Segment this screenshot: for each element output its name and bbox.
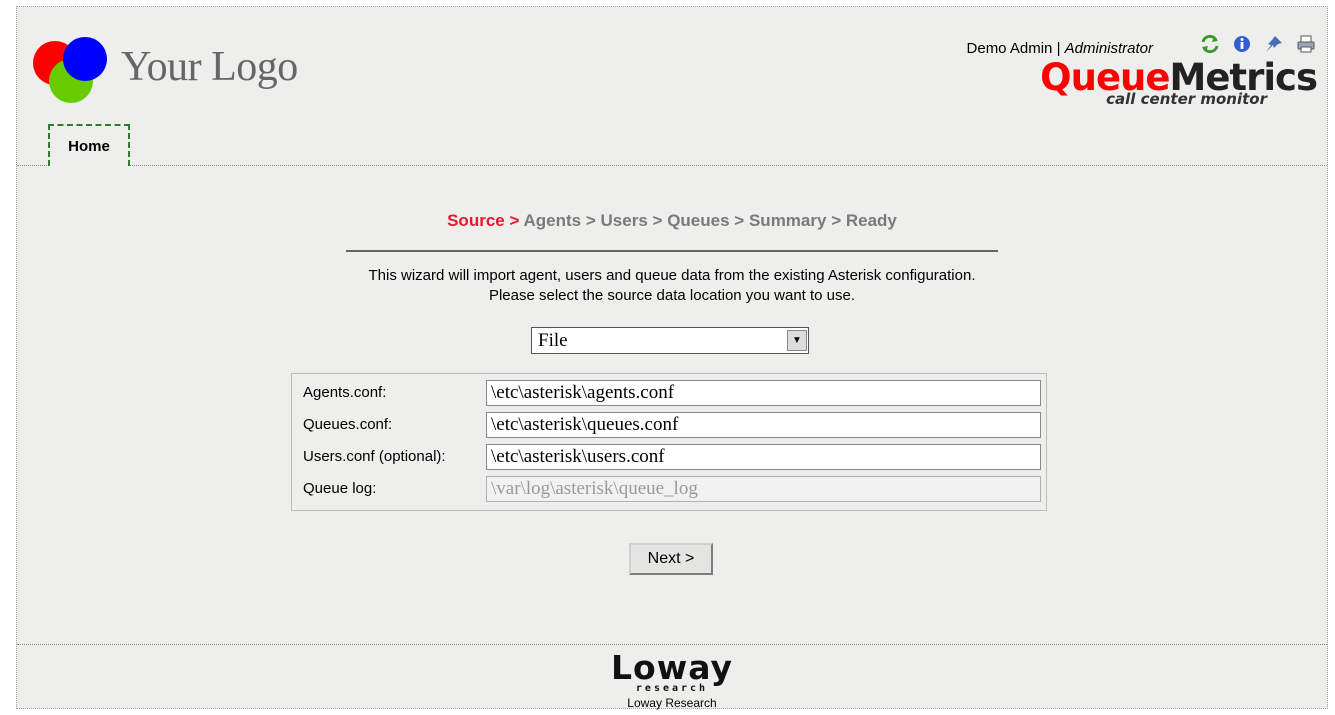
queue-log-input: \var\log\asterisk\queue_log — [486, 476, 1041, 502]
step-queues: Queues — [667, 211, 730, 230]
user-name: Demo Admin — [966, 40, 1053, 57]
form-row-users: Users.conf (optional): \etc\asterisk\use… — [292, 442, 1046, 472]
agents-conf-input[interactable]: \etc\asterisk\agents.conf — [486, 380, 1041, 406]
step-users: Users — [600, 211, 648, 230]
step-separator: > — [831, 211, 842, 230]
refresh-icon[interactable] — [1199, 33, 1221, 55]
step-separator: > — [585, 211, 596, 230]
form-row-agents: Agents.conf: \etc\asterisk\agents.conf — [292, 378, 1046, 408]
queues-conf-input[interactable]: \etc\asterisk\queues.conf — [486, 412, 1041, 438]
step-source: Source — [447, 211, 505, 230]
printer-icon[interactable] — [1295, 33, 1317, 55]
source-select-value: File — [538, 330, 568, 351]
form-row-queues: Queues.conf: \etc\asterisk\queues.conf — [292, 410, 1046, 440]
divider — [346, 250, 998, 252]
user-separator: | — [1056, 40, 1061, 57]
wizard-steps: Source > Agents > Users > Queues > Summa… — [17, 211, 1327, 231]
loway-logo: Loway — [611, 648, 733, 687]
wizard-intro: This wizard will import agent, users and… — [17, 266, 1327, 306]
source-select[interactable]: File ▼ — [531, 327, 809, 354]
step-agents: Agents — [523, 211, 582, 230]
users-conf-label: Users.conf (optional): — [303, 448, 446, 465]
agents-conf-label: Agents.conf: — [303, 384, 387, 401]
tab-home[interactable]: Home — [48, 124, 130, 166]
header-toolbar — [1199, 33, 1317, 55]
step-separator: > — [652, 211, 663, 230]
users-conf-input[interactable]: \etc\asterisk\users.conf — [486, 444, 1041, 470]
page-header: Your Logo Demo Admin | Administrator Que… — [17, 7, 1327, 166]
logo-text: Your Logo — [121, 44, 298, 90]
step-ready: Ready — [845, 211, 897, 230]
next-button[interactable]: Next > — [629, 543, 713, 575]
intro-line-1: This wizard will import agent, users and… — [368, 267, 976, 284]
step-separator: > — [509, 211, 520, 230]
config-form: Agents.conf: \etc\asterisk\agents.conf Q… — [291, 373, 1047, 511]
step-separator: > — [734, 211, 745, 230]
chevron-down-icon[interactable]: ▼ — [787, 330, 807, 351]
queues-conf-label: Queues.conf: — [303, 416, 393, 433]
company-logo-icon — [33, 37, 107, 103]
queuemetrics-brand: QueueMetrics call center monitor — [1040, 59, 1318, 107]
loway-logo-sub: research — [635, 683, 709, 694]
queue-log-label: Queue log: — [303, 480, 377, 497]
user-role: Administrator — [1064, 40, 1153, 57]
form-row-queue-log: Queue log: \var\log\asterisk\queue_log — [292, 474, 1046, 504]
page-footer: Loway research Loway Research — [17, 644, 1327, 711]
info-icon[interactable] — [1231, 33, 1253, 55]
pin-icon[interactable] — [1263, 33, 1285, 55]
intro-line-2: Please select the source data location y… — [488, 287, 856, 304]
page-frame: Your Logo Demo Admin | Administrator Que… — [16, 6, 1328, 711]
step-summary: Summary — [748, 211, 827, 230]
user-info: Demo Admin | Administrator — [967, 40, 1153, 57]
footer-credit: Loway Research — [627, 696, 717, 710]
